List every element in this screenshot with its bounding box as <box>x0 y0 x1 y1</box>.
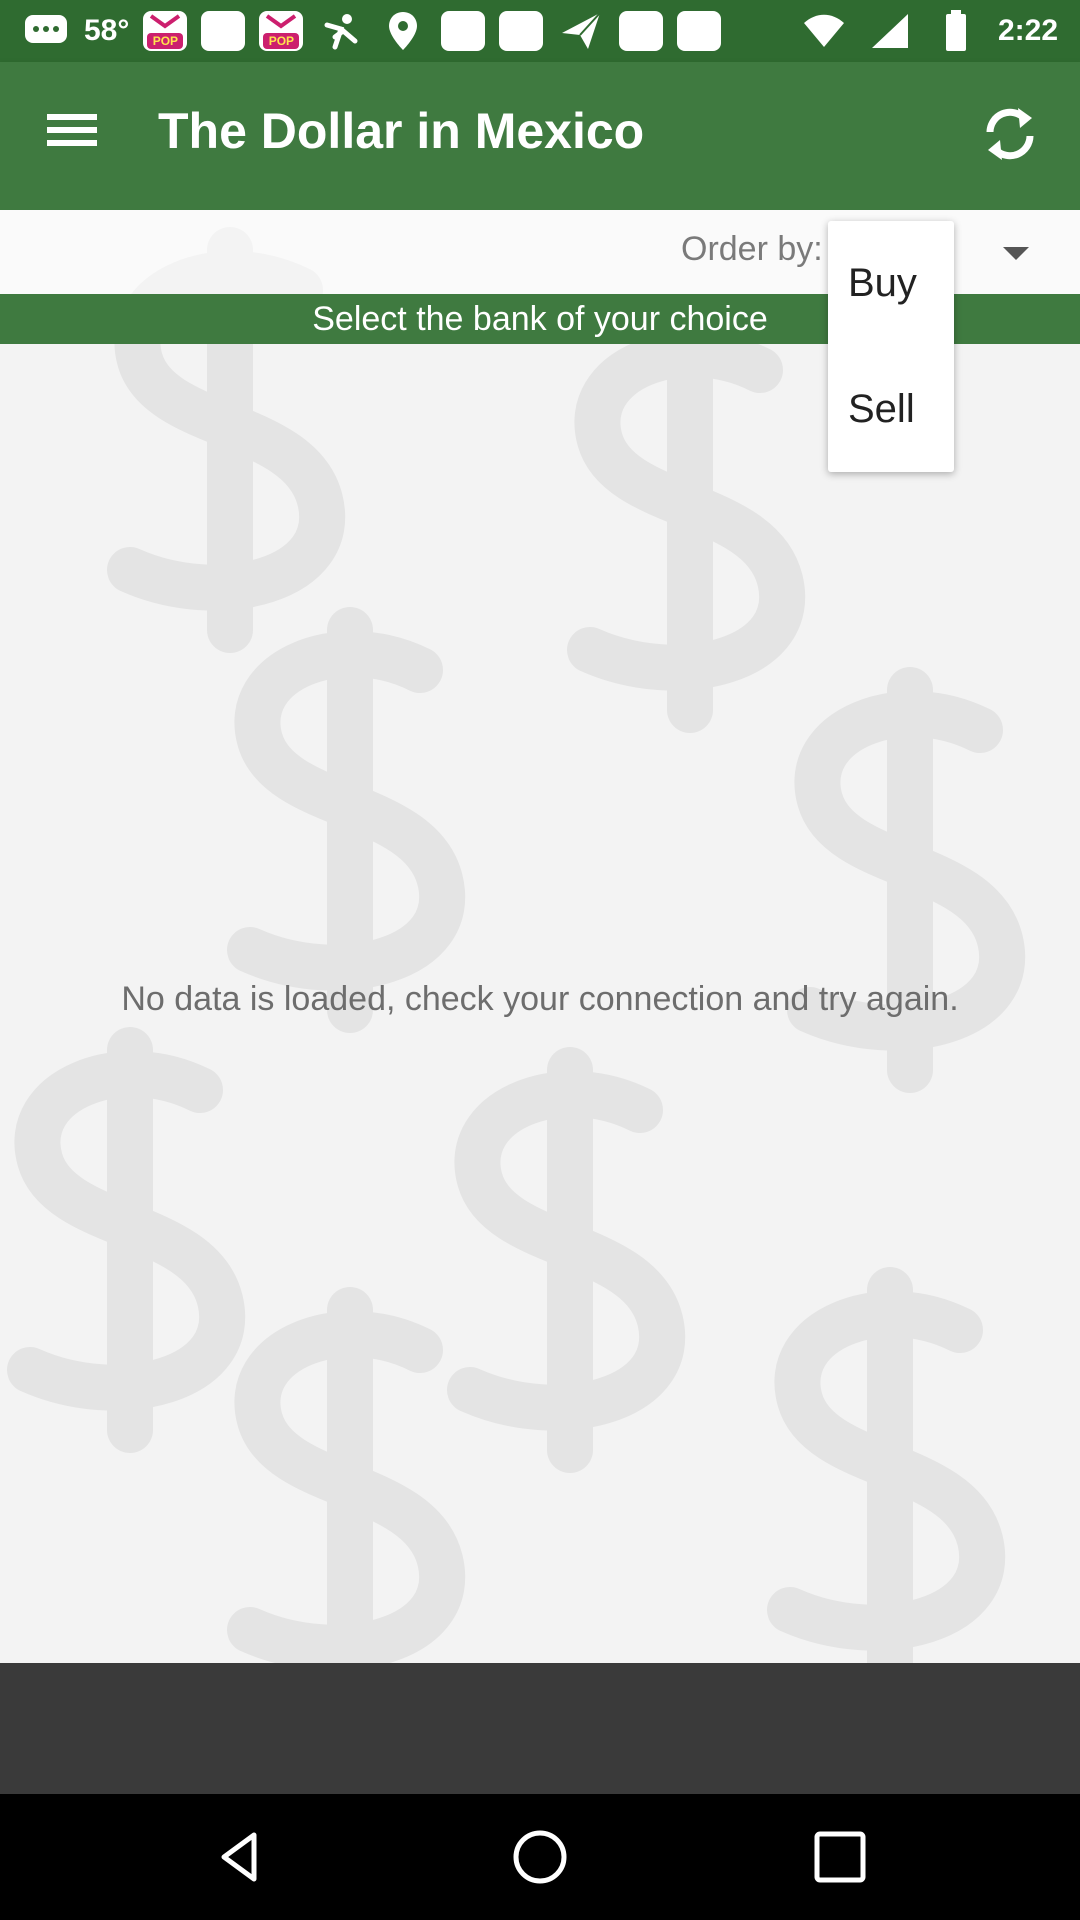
page-title: The Dollar in Mexico <box>158 103 645 159</box>
navigation-bar <box>0 1794 1080 1920</box>
status-bar: 58° POP POP 2:22 <box>0 0 1080 62</box>
notification-box-icon <box>677 11 722 51</box>
status-right-icons: 2:22 <box>800 0 1058 62</box>
dropdown-option-sell[interactable]: Sell <box>848 387 915 432</box>
notification-box-icon <box>201 11 246 51</box>
wifi-icon <box>800 9 848 53</box>
notification-box-icon <box>441 11 486 51</box>
battery-icon <box>932 9 980 53</box>
person-icon <box>317 9 365 53</box>
pop-badge: POP <box>263 33 300 49</box>
back-icon[interactable] <box>210 1827 270 1887</box>
pop-badge: POP <box>147 33 184 49</box>
pop-app-icon: POP <box>143 11 188 51</box>
signal-icon <box>866 9 914 53</box>
home-icon[interactable] <box>510 1827 570 1887</box>
chat-bubble-icon <box>22 9 70 53</box>
pop-app-icon: POP <box>259 11 304 51</box>
temperature: 58° <box>84 14 130 47</box>
location-icon <box>379 9 427 53</box>
empty-state-message: No data is loaded, check your connection… <box>121 980 959 1018</box>
bottom-ad-area <box>0 1663 1080 1794</box>
app-bar: The Dollar in Mexico <box>0 62 1080 210</box>
send-icon <box>557 9 605 53</box>
order-by-label: Order by: <box>681 230 823 268</box>
status-left-icons: 58° POP POP <box>22 0 722 62</box>
hamburger-menu-icon[interactable] <box>44 108 100 164</box>
notification-box-icon <box>499 11 544 51</box>
order-by-dropdown: Buy Sell <box>828 221 954 472</box>
dropdown-option-buy[interactable]: Buy <box>848 261 917 306</box>
refresh-icon[interactable] <box>978 102 1042 166</box>
notification-box-icon <box>619 11 664 51</box>
chevron-down-icon[interactable] <box>1003 247 1029 260</box>
recents-icon[interactable] <box>813 1830 867 1884</box>
clock: 2:22 <box>997 14 1058 47</box>
